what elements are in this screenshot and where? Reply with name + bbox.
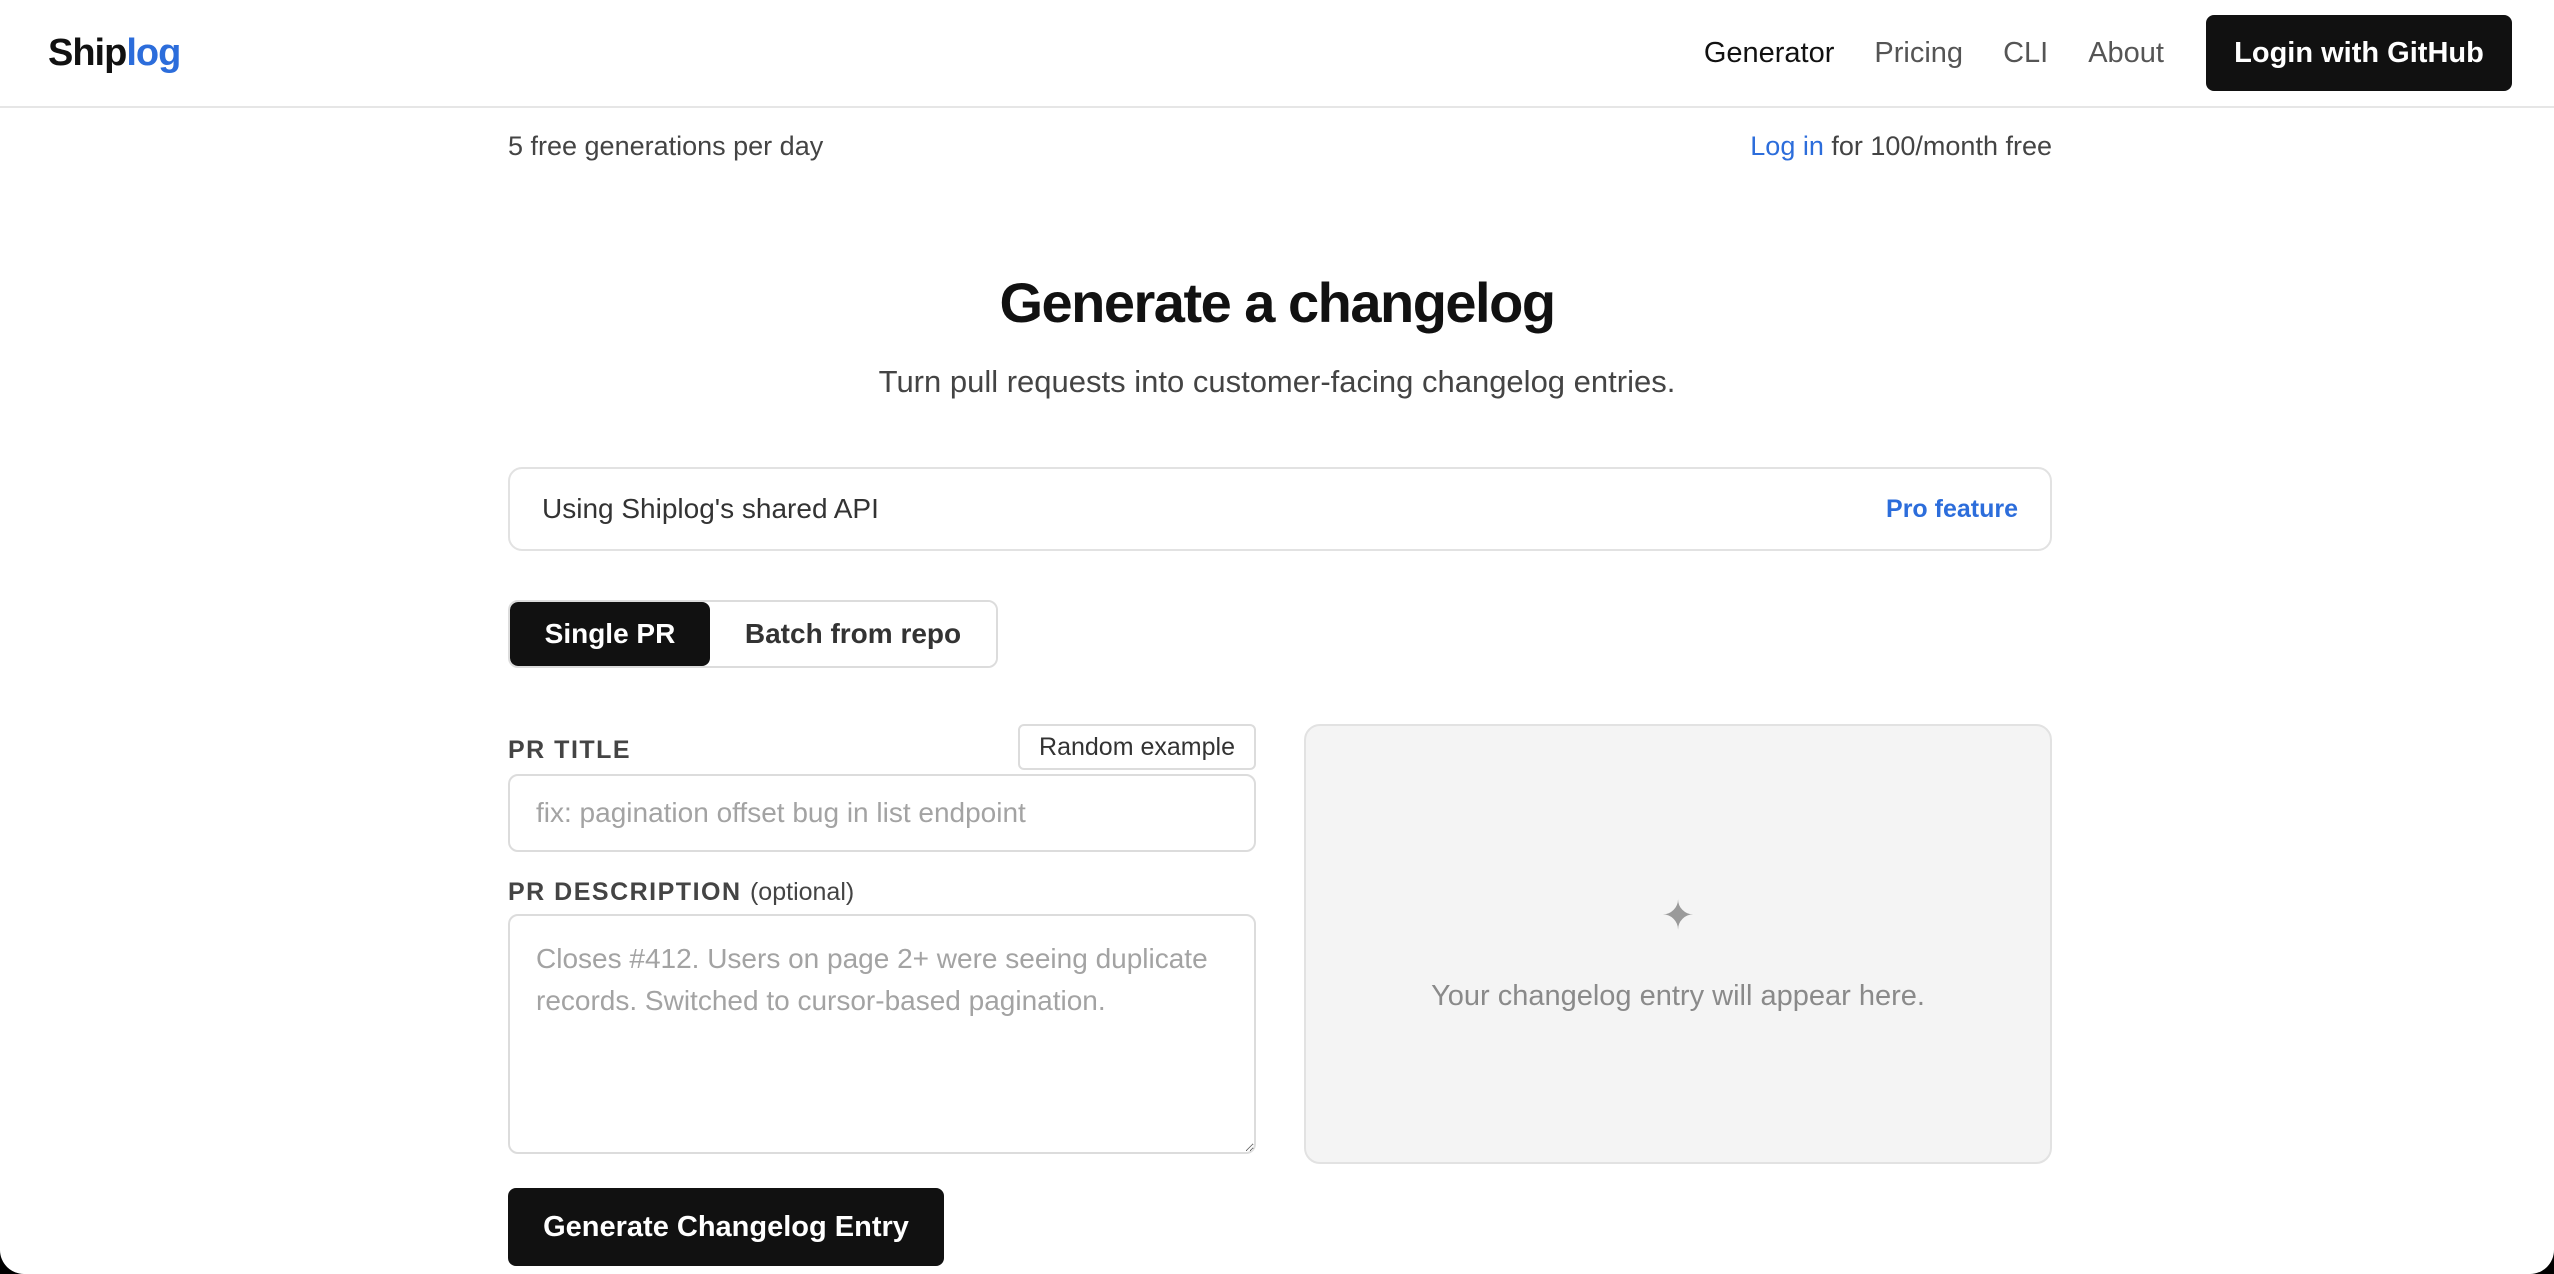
nav-generator[interactable]: Generator — [1704, 30, 1835, 76]
mode-toggle: Single PR Batch from repo — [508, 600, 998, 668]
page-title: Generate a changelog — [999, 271, 1556, 334]
main-nav: Generator Pricing CLI About — [1704, 30, 2164, 76]
log-in-link[interactable]: Log in — [1750, 131, 1824, 161]
pr-title-label: PR TITLE — [508, 736, 632, 764]
tab-batch-from-repo[interactable]: Batch from repo — [710, 602, 996, 666]
pro-feature-link[interactable]: Pro feature — [1886, 495, 2018, 524]
output-placeholder-text: Your changelog entry will appear here. — [1431, 980, 1925, 1012]
nav-about[interactable]: About — [2088, 30, 2164, 76]
nav-pricing[interactable]: Pricing — [1874, 30, 1963, 76]
logo-text-log: log — [126, 32, 181, 74]
pr-description-textarea[interactable] — [508, 914, 1256, 1154]
nav-cli[interactable]: CLI — [2003, 30, 2048, 76]
tab-single-pr[interactable]: Single PR — [510, 602, 710, 666]
random-example-button[interactable]: Random example — [1018, 724, 1256, 770]
login-with-github-button[interactable]: Login with GitHub — [2206, 15, 2512, 91]
pr-title-input[interactable] — [508, 774, 1256, 852]
optional-hint: (optional) — [749, 878, 855, 906]
page: Shiplog Generator Pricing CLI About Logi… — [0, 0, 2554, 1274]
sparkle-icon: ✦ — [1661, 894, 1695, 938]
login-quota-text: Log in for 100/month free — [1750, 128, 2052, 164]
api-source-label: Using Shiplog's shared API — [542, 493, 879, 524]
page-subtitle: Turn pull requests into customer-facing … — [878, 364, 1676, 399]
api-source-bar: Using Shiplog's shared API Pro feature — [508, 467, 2052, 551]
generate-changelog-button[interactable]: Generate Changelog Entry — [508, 1188, 944, 1266]
output-panel: ✦ Your changelog entry will appear here. — [1304, 724, 2052, 1164]
logo-text-ship: Ship — [48, 32, 127, 74]
free-quota-text: 5 free generations per day — [508, 131, 824, 161]
shiplog-logo[interactable]: Shiplog — [48, 30, 181, 76]
top-navbar: Shiplog Generator Pricing CLI About Logi… — [0, 0, 2554, 108]
pr-description-label: PR DESCRIPTION (optional) — [508, 876, 854, 908]
login-quota-suffix: for 100/month free — [1823, 131, 2052, 161]
pr-description-label-text: PR DESCRIPTION — [508, 878, 742, 906]
